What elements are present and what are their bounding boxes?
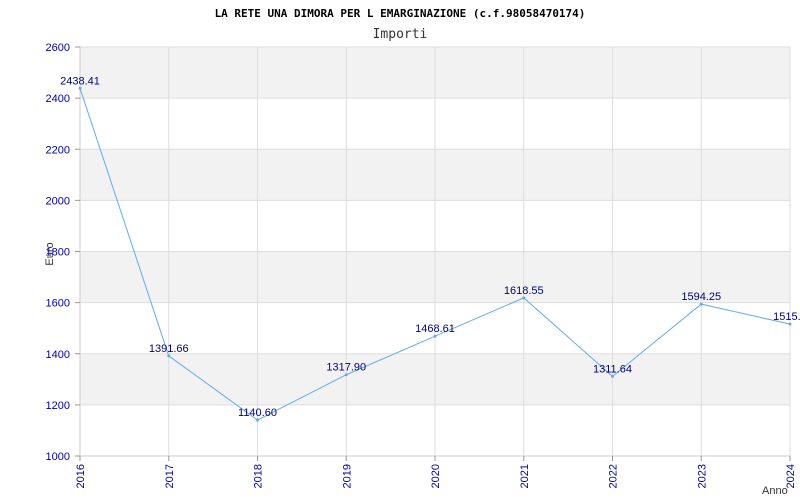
x-tick-label: 2019	[341, 464, 353, 488]
data-label: 1594.25	[681, 291, 721, 303]
y-tick-label: 1600	[46, 298, 70, 310]
y-tick-label: 2200	[46, 144, 70, 156]
y-tick-label: 2600	[46, 42, 70, 54]
data-label: 1468.61	[415, 323, 455, 335]
y-tick-label: 2000	[46, 195, 70, 207]
chart-title: LA RETE UNA DIMORA PER L EMARGINAZIONE (…	[215, 7, 586, 20]
data-label: 1140.60	[238, 407, 277, 419]
x-axis-label: Anno	[762, 485, 788, 497]
x-axis-ticks: 2016 2017 2018 2019 2020 2021 2022 2023 2024	[75, 456, 797, 488]
x-tick-label: 2016	[75, 464, 87, 488]
y-tick-label: 1400	[46, 349, 70, 361]
y-tick-label: 1000	[46, 451, 70, 463]
line-chart: LA RETE UNA DIMORA PER L EMARGINAZIONE (…	[44, 7, 800, 497]
x-tick-label: 2021	[519, 464, 531, 488]
x-tick-label: 2017	[164, 464, 176, 488]
x-tick-label: 2022	[608, 464, 620, 488]
data-label: 1317.90	[326, 362, 366, 374]
y-axis-label: Euro	[44, 242, 56, 265]
chart-subtitle: Importi	[373, 27, 428, 42]
data-label: 1515.8	[773, 311, 800, 323]
data-label: 1391.66	[149, 343, 189, 355]
data-label: 1618.55	[504, 285, 544, 297]
data-label: 1311.64	[593, 363, 632, 375]
data-label: 2438.41	[60, 75, 100, 87]
y-tick-label: 2400	[46, 93, 70, 105]
x-tick-label: 2023	[696, 464, 708, 488]
y-tick-label: 1200	[46, 400, 70, 412]
x-tick-label: 2020	[430, 464, 442, 488]
x-tick-label: 2018	[253, 464, 265, 488]
